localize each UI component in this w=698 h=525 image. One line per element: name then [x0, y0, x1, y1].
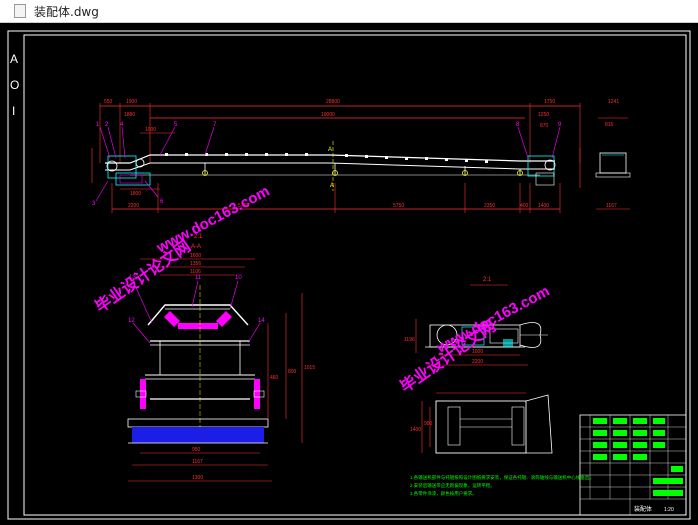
dim-bottom-4: 400 [520, 203, 529, 209]
drive-dim-h-0: 1000 [472, 349, 483, 355]
drive-view-title: 2:1 [483, 277, 492, 283]
drive-dim-v-2: 990 [424, 421, 433, 427]
section-dim-bottom-0: 950 [192, 447, 201, 453]
section-part-14: 14 [258, 318, 265, 324]
dim-small-1800: 1800 [130, 191, 141, 197]
dim-top-2: 28800 [326, 99, 340, 105]
section-mark-a-top: A [328, 147, 332, 153]
section-part-11: 11 [195, 275, 202, 281]
dim-bottom-0: 2200 [128, 203, 139, 209]
dim-second-1: 19000 [321, 112, 335, 118]
section-mark-a-bottom: A [330, 183, 334, 189]
watermark: www.doc163.com 毕业设计论文网 www.doc163.com 毕业… [91, 183, 552, 397]
dim-second-0: 1880 [124, 112, 135, 118]
section-part-10: 10 [235, 275, 242, 281]
part-number-2: 2 [105, 122, 109, 128]
dim-top-0: 550 [104, 99, 113, 105]
drawing-svg[interactable]: A O I 550 1900 28800 1750 1241 1880 1900… [0, 23, 698, 525]
part-number-3: 3 [92, 201, 96, 207]
title-block: 装配体 1:20 [579, 414, 687, 516]
section-dim-side-1: 800 [288, 369, 297, 375]
watermark-url-1: www.doc163.com [153, 183, 273, 257]
part-number-7: 7 [213, 122, 217, 128]
section-dim-top-1: 1356 [190, 261, 201, 267]
dim-side-815: 815 [605, 122, 614, 128]
dwg-file-icon [14, 4, 26, 18]
drive-dim-v-1: 1400 [410, 427, 421, 433]
side-label-a: A [10, 52, 18, 66]
note-1: 1.各输送机部件与托辊按照设计图纸要求安装，保证各托辊、滚筒轴线与输送机中心线垂… [410, 474, 594, 481]
part-number-6: 6 [160, 199, 164, 205]
part-number-4: 4 [120, 122, 124, 128]
dim-right-1167: 1167 [606, 203, 617, 209]
window-titlebar: 装配体.dwg [0, 0, 698, 23]
side-label-o: O [10, 78, 19, 92]
dim-bottom-2: 5750 [393, 203, 404, 209]
dim-second-2: 1250 [538, 112, 549, 118]
technical-notes: 1.各输送机部件与托辊按照设计图纸要求安装，保证各托辊、滚筒轴线与输送机中心线垂… [410, 474, 594, 497]
watermark-cn-2: 毕业设计论文网 [396, 316, 499, 396]
part-number-5: 5 [174, 122, 178, 128]
dim-bottom-3: 2350 [484, 203, 495, 209]
dim-top-1: 1900 [126, 99, 137, 105]
main-view: 550 1900 28800 1750 1241 1880 19000 1250… [91, 99, 631, 213]
title-block-scale: 1:20 [664, 507, 674, 513]
section-dim-side-0: 460 [270, 375, 279, 381]
dim-top-4: 1241 [608, 99, 619, 105]
section-dim-top-0: 1600 [190, 253, 201, 259]
drive-dim-v-0: 1196 [404, 337, 415, 343]
note-2: 2.安装后输送带应无跑偏现象，运转平稳。 [410, 482, 495, 489]
part-number-8: 8 [516, 122, 520, 128]
section-part-12: 12 [128, 318, 135, 324]
dim-top-3: 1750 [544, 99, 555, 105]
title-block-name: 装配体 [634, 505, 652, 513]
dim-third-0: 1000 [145, 127, 156, 133]
section-dim-bottom-2: 1300 [192, 475, 203, 481]
section-dim-bottom-1: 1167 [192, 459, 203, 465]
dim-third-1: 870 [540, 123, 549, 129]
section-dim-side-2: 1015 [304, 365, 315, 371]
inner-frame [23, 34, 687, 516]
window-title: 装配体.dwg [34, 4, 99, 19]
cad-canvas[interactable]: A O I 550 1900 28800 1750 1241 1880 1900… [0, 23, 698, 525]
part-number-9: 9 [558, 122, 562, 128]
note-3: 3.各零件涂漆，颜色按用户要求。 [410, 490, 477, 497]
side-label-i: I [12, 104, 15, 118]
dim-bottom-5: 1400 [538, 203, 549, 209]
part-number-1: 1 [96, 122, 100, 128]
drive-dim-h-1: 2200 [472, 359, 483, 365]
section-a-title: A-A [191, 244, 201, 250]
